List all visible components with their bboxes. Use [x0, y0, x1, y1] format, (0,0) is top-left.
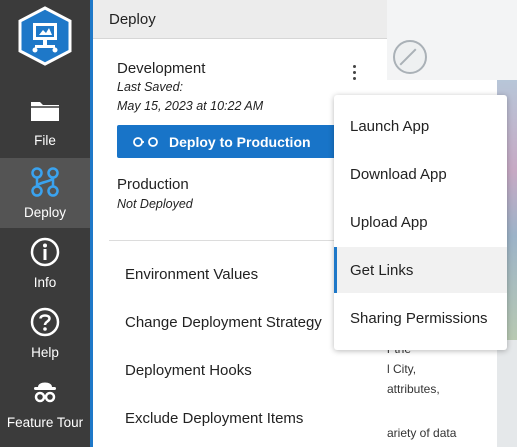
- info-icon: [30, 237, 60, 267]
- menu-item-download-app[interactable]: Download App: [334, 151, 507, 197]
- change-deployment-strategy-link[interactable]: Change Deployment Strategy: [125, 314, 322, 331]
- sidebar-item-info[interactable]: Info: [0, 228, 90, 298]
- sidebar-item-label: Help: [31, 345, 59, 360]
- sidebar-item-help[interactable]: Help: [0, 298, 90, 368]
- exclude-deployment-items-link[interactable]: Exclude Deployment Items: [125, 410, 303, 427]
- help-icon: [30, 307, 60, 337]
- sidebar: File Deploy Info Help Feature Tour: [0, 0, 90, 447]
- menu-item-get-links[interactable]: Get Links: [334, 247, 507, 293]
- development-env-name: Development: [117, 60, 206, 77]
- deploy-to-production-button[interactable]: Deploy to Production: [117, 125, 343, 158]
- feature-tour-icon: [34, 382, 56, 403]
- more-options-menu: Launch App Download App Upload App Get L…: [334, 95, 507, 350]
- menu-item-sharing-permissions[interactable]: Sharing Permissions: [334, 295, 507, 341]
- menu-item-upload-app[interactable]: Upload App: [334, 199, 507, 245]
- production-env-name: Production: [117, 176, 189, 193]
- sidebar-item-file[interactable]: File: [0, 86, 90, 156]
- production-status: Not Deployed: [117, 197, 193, 211]
- sidebar-item-label: Feature Tour: [6, 415, 84, 430]
- background-text: l City,: [387, 362, 417, 376]
- more-options-icon[interactable]: [347, 62, 361, 86]
- last-saved-date: May 15, 2023 at 10:22 AM: [117, 99, 264, 113]
- sidebar-item-label: File: [34, 133, 56, 148]
- last-saved-label: Last Saved:: [117, 80, 184, 94]
- panel-title: Deploy: [109, 11, 156, 28]
- sidebar-item-label: Info: [33, 275, 57, 290]
- deploy-arrow-icon: [133, 136, 158, 147]
- app-logo: [14, 6, 76, 66]
- environment-values-link[interactable]: Environment Values: [125, 266, 258, 283]
- background-text: attributes,: [387, 382, 440, 396]
- deploy-icon: [31, 167, 59, 197]
- sidebar-item-deploy[interactable]: Deploy: [0, 158, 90, 228]
- background-text: ariety of data: [387, 426, 457, 440]
- folder-icon: [31, 102, 59, 121]
- menu-item-launch-app[interactable]: Launch App: [334, 103, 507, 149]
- deployment-hooks-link[interactable]: Deployment Hooks: [125, 362, 252, 379]
- sidebar-item-feature-tour[interactable]: Feature Tour: [0, 368, 90, 438]
- sidebar-item-label: Deploy: [23, 205, 67, 220]
- deploy-button-label: Deploy to Production: [169, 133, 311, 150]
- panel-header: Deploy: [93, 0, 387, 39]
- background-rotate-button[interactable]: [393, 40, 427, 74]
